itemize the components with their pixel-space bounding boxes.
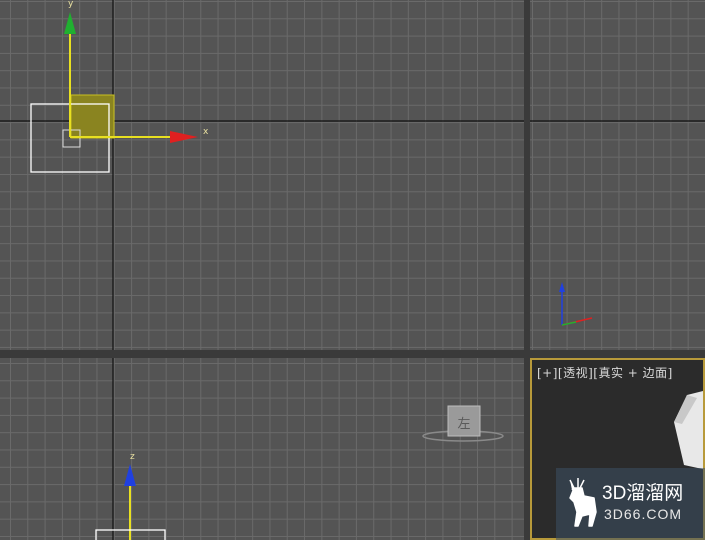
- watermark: 3D溜溜网 3D66.COM: [556, 468, 705, 540]
- move-gizmo-plane-handle[interactable]: [70, 94, 115, 139]
- viewcube-face: [447, 405, 481, 437]
- perspective-object-side: [674, 395, 697, 424]
- watermark-title: 3D溜溜网: [602, 483, 684, 504]
- viewport-top[interactable]: x y: [0, 0, 524, 350]
- object-pivot-box: [62, 129, 81, 148]
- axis-tripod-y: [561, 321, 577, 326]
- viewport-label: [+][透视][真实 + 边面]: [537, 364, 673, 381]
- gizmo-x-arrow[interactable]: [170, 131, 198, 143]
- viewport-left[interactable]: 左 z: [0, 358, 524, 540]
- axis-y-label: y: [68, 0, 74, 9]
- viewport-menu-view[interactable]: [透视]: [558, 366, 593, 380]
- viewcube-ring: [422, 430, 504, 442]
- viewcube[interactable]: 左: [422, 405, 504, 442]
- perspective-object: [674, 391, 703, 470]
- gizmo-z-arrow[interactable]: [124, 464, 136, 486]
- viewport-left-overlay: 左 z: [95, 358, 504, 540]
- deer-logo-icon: [569, 478, 597, 527]
- viewport-menu-plus[interactable]: [+]: [537, 366, 558, 380]
- gizmo-y-arrow[interactable]: [64, 12, 76, 34]
- viewport-menu-shading[interactable]: [真实 + 边面]: [593, 366, 673, 380]
- viewport-front-overlay: [530, 120, 705, 326]
- selected-object-bbox[interactable]: [30, 103, 110, 173]
- watermark-url: 3D66.COM: [604, 506, 683, 522]
- axis-x-label: x: [203, 127, 209, 137]
- axis-tripod-x: [561, 317, 593, 326]
- viewport-front[interactable]: [530, 0, 705, 350]
- viewport-top-overlay: x y: [0, 0, 524, 350]
- axis-z-label: z: [130, 452, 135, 462]
- axis-tripod-z-arrow: [559, 282, 565, 292]
- viewcube-face-label: 左: [457, 417, 470, 432]
- selected-object-bbox[interactable]: [95, 529, 166, 540]
